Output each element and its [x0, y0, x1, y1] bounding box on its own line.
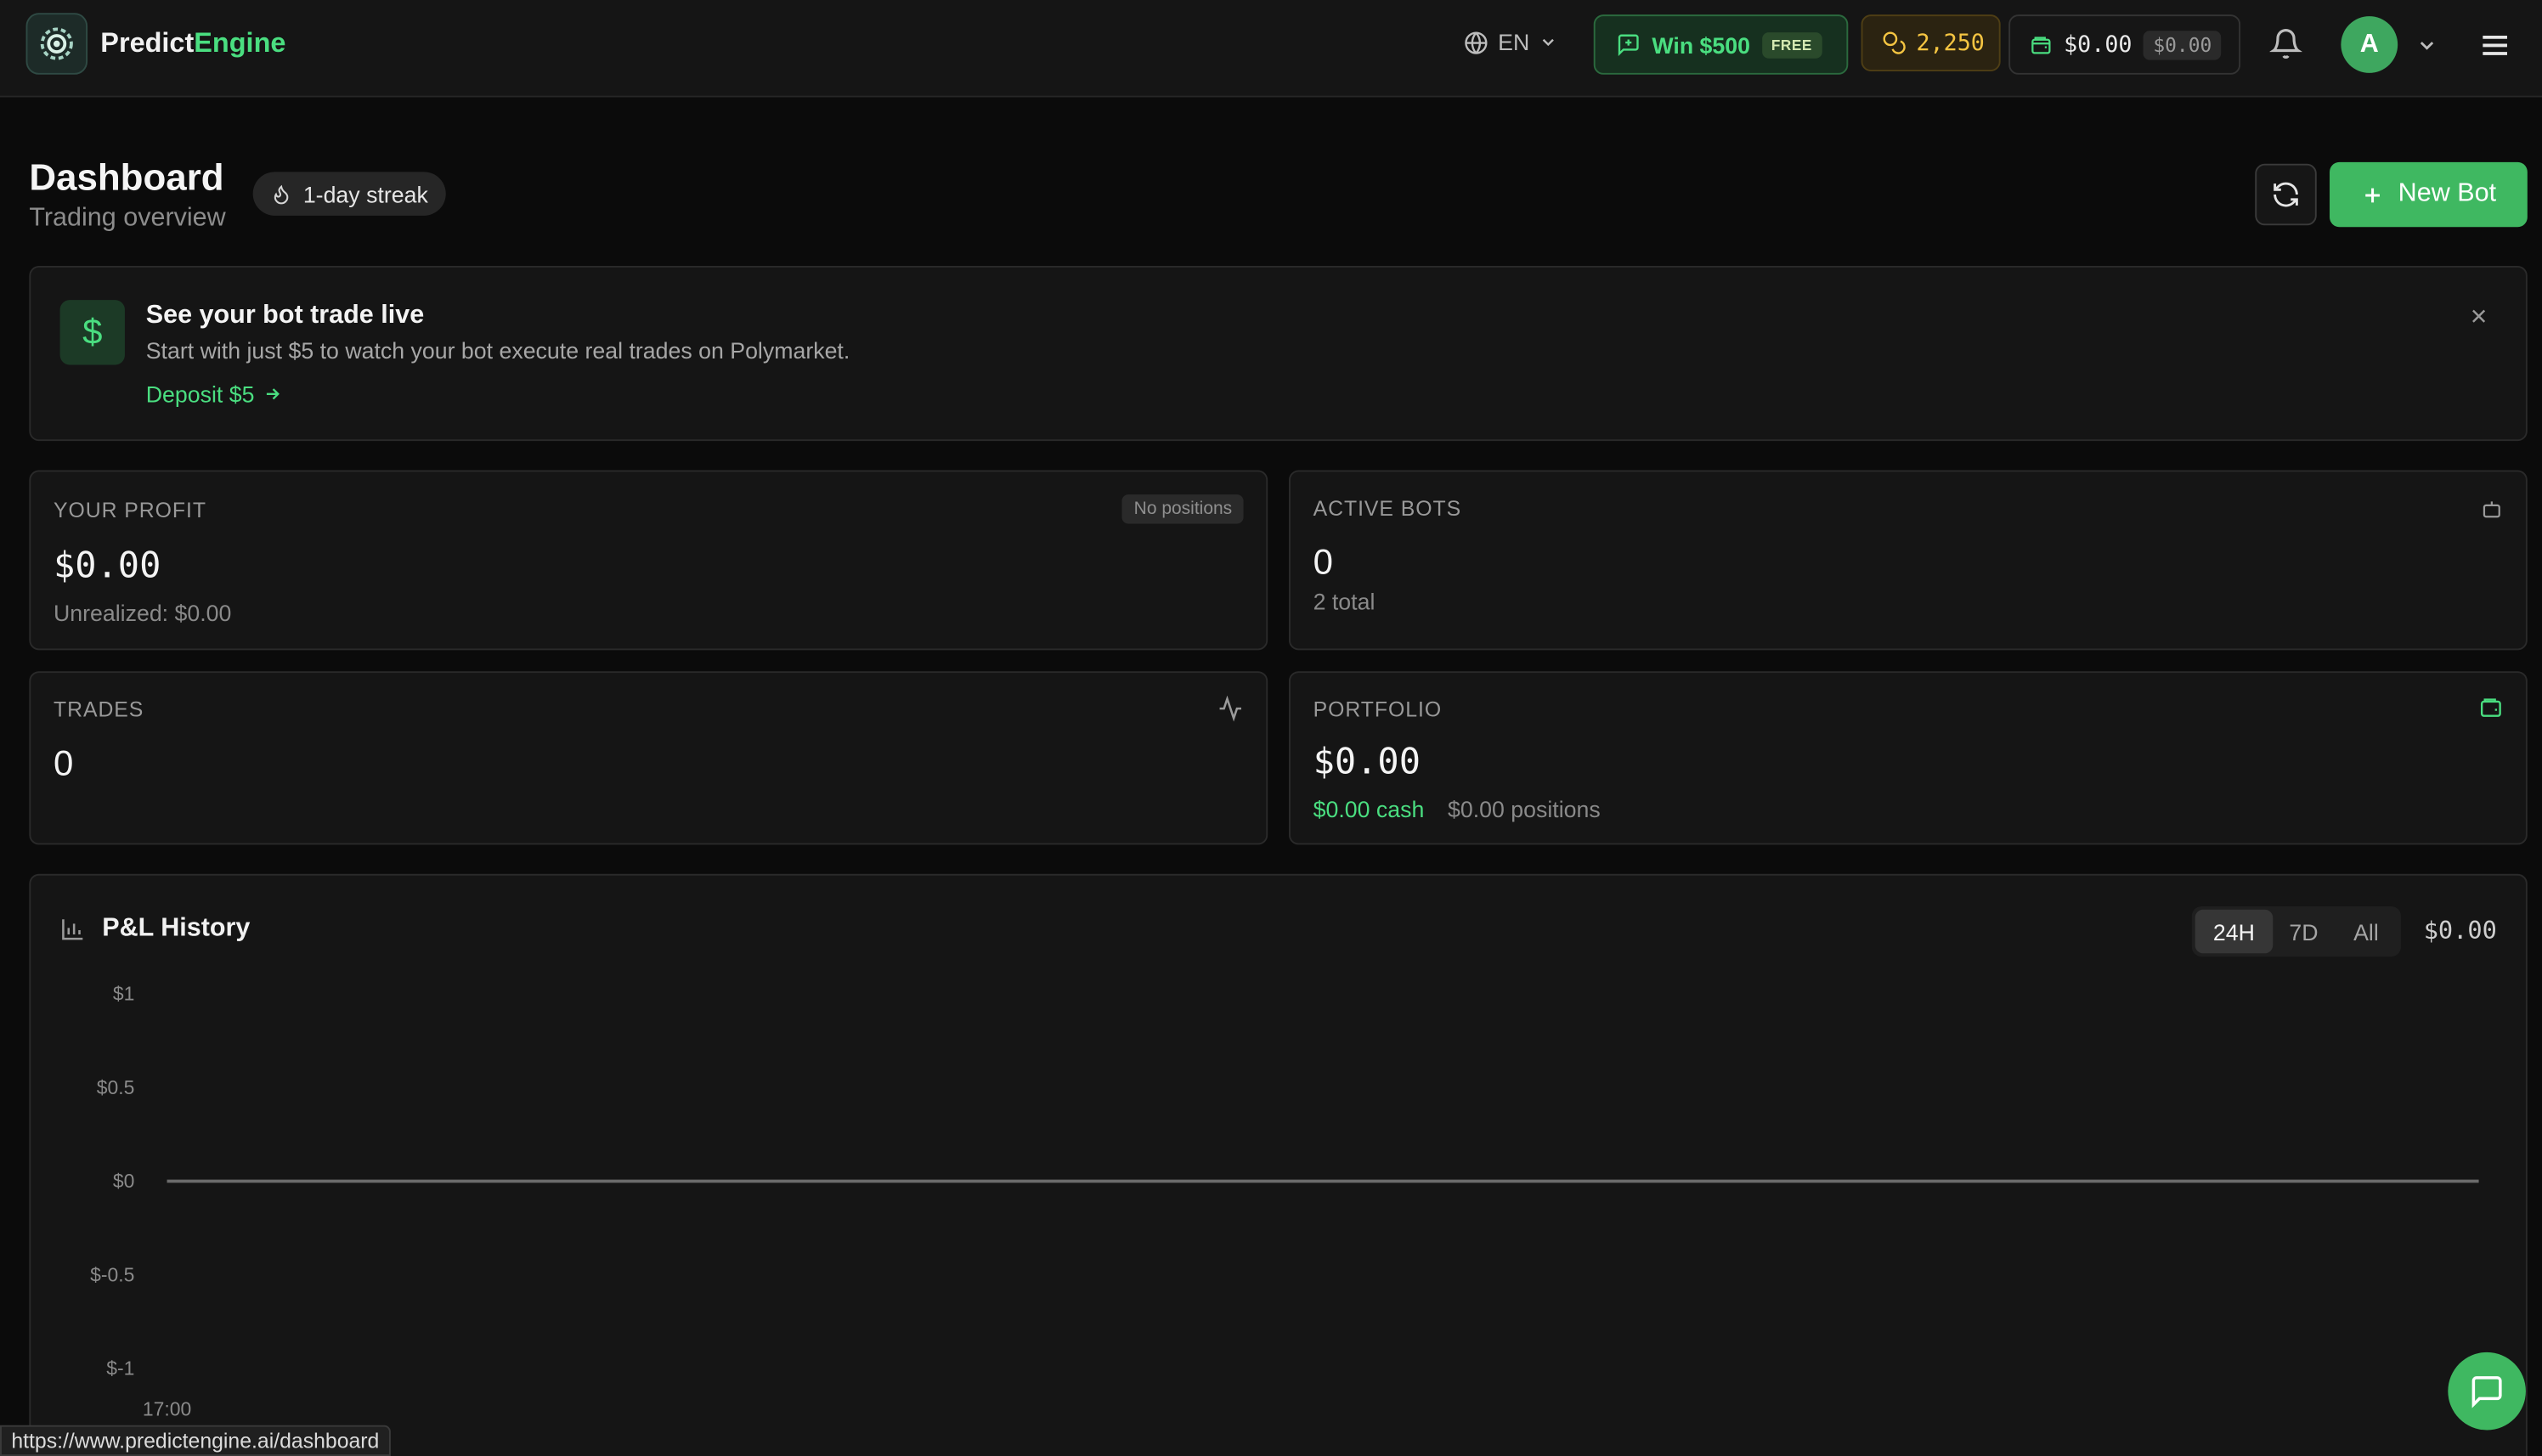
- portfolio-positions: $0.00 positions: [1447, 796, 1601, 822]
- logo-icon[interactable]: [25, 13, 88, 75]
- profit-card: YOUR PROFIT No positions $0.00 Unrealize…: [29, 470, 1268, 651]
- active-bots-label: ACTIVE BOTS: [1313, 496, 1462, 521]
- bot-icon: [2480, 498, 2503, 528]
- portfolio-card: PORTFOLIO $0.00 $0.00 cash $0.00 positio…: [1288, 671, 2528, 845]
- portfolio-cash: $0.00 cash: [1313, 796, 1425, 822]
- chevron-down-icon: [1543, 38, 1555, 47]
- win-500-button[interactable]: Win $500 FREE: [1593, 14, 1849, 75]
- coins-icon: [1883, 31, 1906, 54]
- refresh-icon: [2274, 182, 2298, 207]
- unrealized-profit: Unrealized: $0.00: [53, 600, 232, 626]
- avatar-initial: A: [2359, 30, 2379, 58]
- deposit-link[interactable]: Deposit $5: [145, 381, 282, 408]
- pnl-history-card: P&L History 24H 7D All $0.00 $1 $0.5 $0 $-0…: [29, 873, 2528, 1456]
- refresh-button[interactable]: [2255, 163, 2317, 226]
- page-subtitle: Trading overview: [29, 204, 226, 232]
- chevron-down-icon[interactable]: [2415, 34, 2438, 65]
- deposit-link-label: Deposit $5: [145, 381, 255, 408]
- win-label: Win $500: [1652, 31, 1751, 58]
- new-bot-button[interactable]: New Bot: [2330, 161, 2528, 228]
- active-bots-card: ACTIVE BOTS 0 2 total: [1288, 470, 2528, 651]
- x-tick-label: 17:00: [143, 1397, 191, 1419]
- promo-title: See your bot trade live: [145, 302, 425, 330]
- dollar-icon: $: [59, 300, 125, 365]
- no-positions-badge: No positions: [1122, 494, 1244, 524]
- promo-text: Start with just $5 to watch your bot exe…: [145, 337, 850, 364]
- streak-badge: 1-day streak: [252, 172, 446, 216]
- streak-label: 1-day streak: [302, 180, 428, 207]
- top-bar: PredictEngine EN Win $500 FREE 2,250 $0.…: [0, 0, 2542, 98]
- app-root: PredictEngine EN Win $500 FREE 2,250 $0.…: [0, 0, 2542, 1456]
- flame-icon: [274, 183, 289, 204]
- wallet-button[interactable]: $0.00 $0.00: [2008, 14, 2241, 75]
- wallet-balance: $0.00: [2064, 31, 2132, 58]
- wallet-secondary-balance: $0.00: [2143, 30, 2222, 59]
- plus-icon: [2365, 187, 2381, 202]
- chat-icon: [2471, 1376, 2502, 1408]
- wallet-icon: [2479, 696, 2504, 728]
- profit-value: $0.00: [53, 546, 161, 587]
- status-bar-url: https://www.predictengine.ai/dashboard: [0, 1425, 391, 1456]
- trades-value: 0: [53, 742, 74, 783]
- profit-label: YOUR PROFIT: [53, 497, 206, 522]
- message-plus-icon: [1618, 34, 1639, 57]
- active-bots-value: 0: [1313, 541, 1333, 583]
- y-tick-label: $0: [113, 1170, 134, 1192]
- y-tick-label: $1: [113, 983, 134, 1005]
- pnl-chart: $1 $0.5 $0 $-0.5 $-1 17:00: [90, 983, 2479, 1419]
- trades-label: TRADES: [53, 697, 144, 722]
- y-tick-label: $-0.5: [90, 1263, 134, 1285]
- globe-icon: [1465, 31, 1488, 54]
- deposit-promo-banner: $ See your bot trade live Start with jus…: [29, 266, 2528, 442]
- coins-button[interactable]: 2,250: [1861, 14, 2001, 71]
- activity-icon: [1217, 695, 1244, 730]
- y-tick-label: $0.5: [97, 1076, 135, 1098]
- close-icon[interactable]: [2467, 305, 2490, 336]
- language-code: EN: [1498, 29, 1530, 55]
- portfolio-label: PORTFOLIO: [1313, 697, 1443, 722]
- brand-name-part2: Engine: [194, 27, 286, 59]
- coins-count: 2,250: [1916, 30, 1985, 56]
- language-selector[interactable]: EN: [1464, 29, 1559, 55]
- trades-card: TRADES 0: [29, 671, 1268, 845]
- page-title: Dashboard: [29, 155, 224, 198]
- wallet-icon: [2031, 36, 2051, 54]
- brand-name-part1: Predict: [100, 27, 195, 59]
- free-badge: FREE: [1761, 31, 1822, 58]
- portfolio-value: $0.00: [1313, 742, 1421, 783]
- bots-total: 2 total: [1313, 588, 1376, 615]
- bell-icon[interactable]: [2268, 26, 2303, 71]
- new-bot-label: New Bot: [2398, 179, 2497, 208]
- chat-button[interactable]: [2448, 1352, 2526, 1431]
- arrow-right-icon: [266, 388, 280, 400]
- hamburger-menu-icon[interactable]: [2479, 29, 2511, 70]
- avatar[interactable]: A: [2341, 16, 2398, 73]
- y-tick-label: $-1: [106, 1357, 134, 1380]
- brand-name[interactable]: PredictEngine: [100, 27, 285, 59]
